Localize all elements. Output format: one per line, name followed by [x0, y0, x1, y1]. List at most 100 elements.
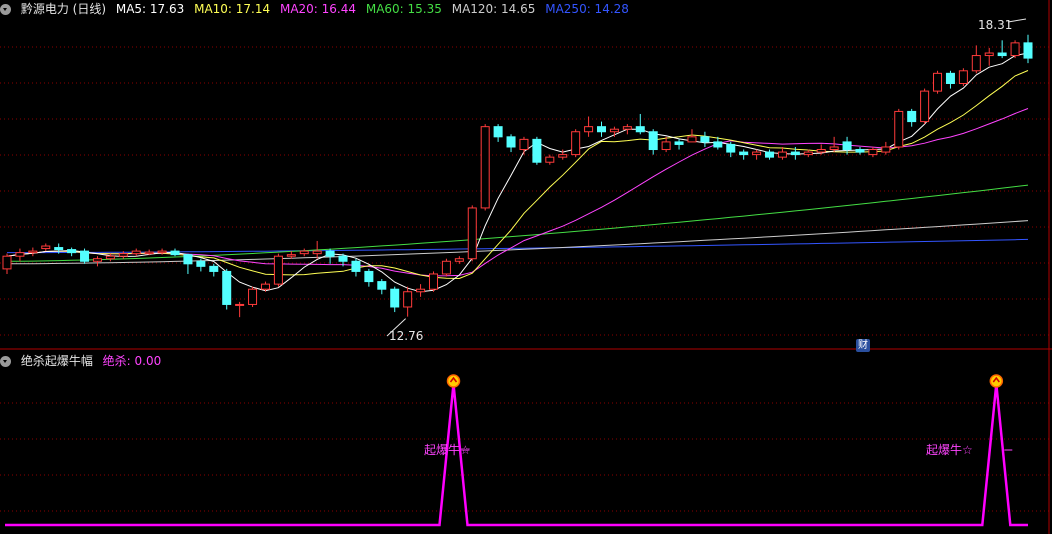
candle-body: [907, 110, 917, 123]
candle: [984, 47, 994, 66]
candle-body: [493, 126, 503, 138]
finance-badge[interactable]: 财: [856, 339, 870, 352]
candle-body: [1023, 42, 1033, 59]
candle-body: [325, 250, 335, 257]
candle: [131, 248, 141, 257]
candle-body: [248, 288, 258, 305]
candle-body: [506, 136, 516, 148]
candle-body: [351, 260, 361, 272]
candle-body: [971, 55, 981, 72]
candle-body: [312, 250, 322, 255]
candle: [752, 149, 762, 160]
candle-body: [816, 149, 826, 153]
candle: [1023, 34, 1033, 64]
candle: [493, 124, 503, 142]
candle: [920, 88, 930, 125]
candlestick-chart[interactable]: 18.31 12.76 起爆牛☆ 起爆牛☆: [0, 0, 1052, 534]
candle-body: [700, 136, 710, 143]
candle-body: [881, 146, 891, 153]
candle: [945, 70, 955, 89]
candle: [635, 113, 645, 135]
candle: [622, 124, 632, 135]
candle-body: [2, 255, 12, 270]
candle-body: [15, 252, 25, 257]
candle: [235, 301, 245, 318]
candle: [248, 286, 258, 307]
low-price-label: 12.76: [389, 329, 423, 343]
candle-body: [958, 70, 968, 84]
ma5-line: [6, 52, 1029, 293]
candle-body: [105, 255, 115, 260]
candle: [674, 139, 684, 150]
candle-body: [739, 151, 749, 156]
candle-body: [28, 250, 38, 254]
candles: [2, 34, 1033, 318]
candle: [209, 263, 219, 277]
candle: [41, 243, 51, 252]
candle: [958, 68, 968, 87]
signal-label-2: 起爆牛☆: [926, 442, 973, 457]
candle-body: [454, 258, 464, 262]
candle: [907, 108, 917, 127]
candle: [299, 248, 309, 257]
candle-body: [984, 52, 994, 57]
candle-body: [596, 126, 607, 133]
candle: [648, 129, 658, 155]
candle-body: [260, 283, 270, 290]
candle-body: [765, 151, 775, 158]
candle-body: [416, 288, 426, 293]
candle-body: [894, 110, 904, 148]
candle-body: [558, 154, 568, 158]
candle: [532, 136, 542, 165]
candle-body: [441, 260, 451, 275]
candle-body: [687, 136, 697, 143]
candle: [183, 253, 193, 274]
candle-body: [661, 141, 671, 151]
grid-lines: [0, 0, 1052, 534]
moving-average-lines: [6, 18, 1029, 337]
candle: [571, 129, 581, 158]
candle-body: [235, 303, 245, 306]
candle: [855, 146, 865, 155]
candle-body: [584, 126, 594, 133]
candle-body: [868, 149, 878, 156]
candle-body: [622, 126, 632, 130]
candle-body: [54, 247, 64, 251]
candle-body: [1010, 42, 1020, 57]
candle-body: [80, 250, 90, 262]
candle-body: [997, 52, 1007, 57]
candle-body: [752, 151, 762, 156]
candle-body: [170, 250, 180, 256]
candle: [377, 279, 387, 295]
candle-body: [545, 156, 555, 163]
ma10-line: [6, 70, 1029, 280]
candle-body: [338, 255, 348, 262]
candle-body: [726, 143, 736, 153]
candle: [170, 248, 180, 257]
candle: [2, 253, 12, 274]
candle-body: [67, 249, 77, 254]
candle: [971, 45, 981, 74]
candle-body: [480, 126, 490, 209]
candle: [416, 284, 426, 297]
candle-body: [41, 245, 51, 250]
candle-body: [933, 72, 943, 92]
candle-body: [428, 273, 439, 290]
candle: [28, 247, 38, 257]
candle-body: [364, 270, 374, 283]
candle: [868, 146, 878, 158]
candle: [286, 251, 296, 259]
candle-body: [92, 258, 102, 262]
candle: [997, 40, 1007, 59]
candle: [596, 121, 607, 137]
candle: [584, 116, 594, 137]
candle-body: [118, 253, 128, 257]
candle: [609, 126, 619, 137]
candle: [700, 131, 710, 147]
candle-body: [571, 131, 581, 156]
candle-body: [377, 281, 387, 290]
candle-body: [855, 149, 865, 153]
candle: [222, 268, 232, 310]
candle-body: [648, 131, 658, 151]
candle-body: [209, 265, 219, 272]
